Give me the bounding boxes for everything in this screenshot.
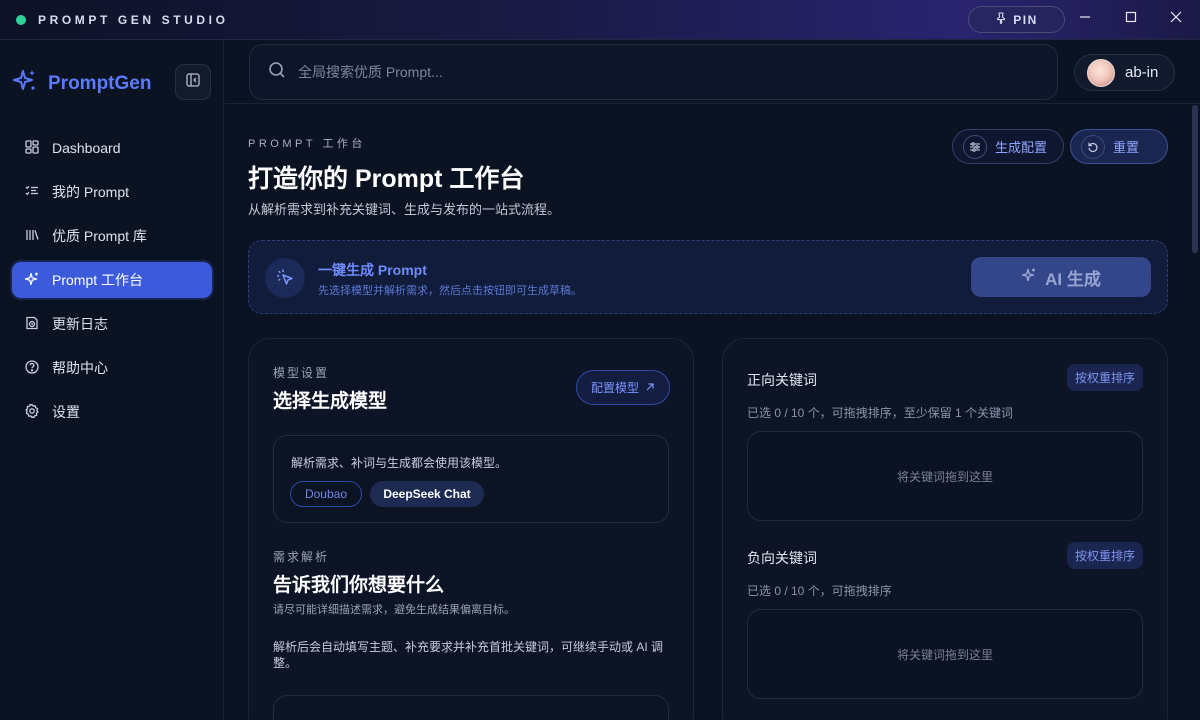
model-requirement-card: 模型设置 选择生成模型 配置模型 解析需求、补词与生成都会使用该模型。 Doub…: [248, 338, 694, 720]
app-title: PROMPT GEN STUDIO: [38, 13, 229, 27]
collapse-sidebar-button[interactable]: [175, 64, 211, 100]
generation-config-button[interactable]: 生成配置: [952, 129, 1064, 164]
sidebar-item-label: 我的 Prompt: [52, 184, 130, 200]
sidebar-item-dashboard[interactable]: Dashboard: [12, 130, 212, 166]
maximize-button[interactable]: [1108, 0, 1154, 38]
minimize-button[interactable]: [1062, 0, 1108, 38]
reset-button[interactable]: 重置: [1070, 129, 1168, 164]
status-dot: [16, 15, 26, 25]
main-content: PROMPT 工作台 打造你的 Prompt 工作台 从解析需求到补充关键词、生…: [225, 105, 1200, 720]
minimize-icon: [1079, 10, 1091, 28]
reset-label: 重置: [1113, 140, 1140, 155]
brand-name: PromptGen: [48, 72, 152, 94]
model-hint: 解析需求、补词与生成都会使用该模型。: [291, 456, 508, 470]
sidebar: PromptGen Dashboard 我的 Prompt 优质 Prompt …: [0, 40, 224, 720]
global-search[interactable]: [249, 44, 1058, 100]
positive-keywords-meta: 已选 0 / 10 个，可拖拽排序，至少保留 1 个关键词: [747, 406, 1014, 420]
pin-label: PIN: [1013, 12, 1038, 27]
sparkles-icon: [24, 271, 40, 290]
main-scrollbar[interactable]: [1192, 105, 1198, 253]
requirement-desc: 请尽可能详细描述需求，避免生成结果偏离目标。: [273, 604, 515, 616]
page-subtitle: 从解析需求到补充关键词、生成与发布的一站式流程。: [248, 202, 561, 217]
sidebar-item-label: Dashboard: [52, 140, 121, 156]
sidebar-item-library[interactable]: 优质 Prompt 库: [12, 218, 212, 254]
requirement-input-box[interactable]: [273, 695, 669, 720]
sidebar-item-label: 更新日志: [52, 316, 108, 332]
positive-sort-button[interactable]: 按权重排序: [1067, 364, 1143, 391]
ai-generate-label: AI 生成: [1045, 269, 1101, 289]
close-button[interactable]: [1153, 0, 1199, 38]
search-icon: [268, 61, 286, 84]
help-icon: [24, 359, 40, 378]
positive-keywords-dropzone[interactable]: 将关键词拖到这里: [747, 431, 1143, 521]
negative-keywords-meta: 已选 0 / 10 个，可拖拽排序: [747, 584, 892, 598]
list-check-icon: [24, 183, 40, 202]
configure-model-button[interactable]: 配置模型: [576, 370, 670, 405]
sidebar-item-changelog[interactable]: 更新日志: [12, 306, 212, 342]
keywords-card: 正向关键词 按权重排序 已选 0 / 10 个，可拖拽排序，至少保留 1 个关键…: [722, 338, 1168, 720]
sidebar-item-label: 优质 Prompt 库: [52, 228, 147, 244]
username: ab-in: [1125, 64, 1159, 81]
cursor-sparkle-icon: [265, 258, 305, 298]
model-section-eyebrow: 模型设置: [273, 366, 330, 380]
requirement-section-title: 告诉我们你想要什么: [273, 575, 445, 596]
history-icon: [24, 315, 40, 334]
sidebar-item-label: Prompt 工作台: [52, 272, 144, 288]
negative-keywords-title: 负向关键词: [747, 550, 817, 566]
requirement-note: 解析后会自动填写主题、补充要求并补充首批关键词，可继续手动或 AI 调整。: [273, 640, 664, 670]
page-title: 打造你的 Prompt 工作台: [248, 165, 525, 193]
pin-icon: [995, 12, 1007, 27]
library-icon: [24, 227, 40, 246]
banner-subtitle: 先选择模型并解析需求，然后点击按钮即可生成草稿。: [318, 285, 582, 297]
ai-generate-button[interactable]: AI 生成: [971, 257, 1151, 297]
positive-keywords-title: 正向关键词: [747, 372, 817, 388]
sidebar-collapse-icon: [186, 72, 200, 92]
user-menu[interactable]: ab-in: [1074, 54, 1175, 91]
sparkles-logo-icon: [12, 68, 38, 99]
model-selector: 解析需求、补词与生成都会使用该模型。 Doubao DeepSeek Chat: [273, 435, 669, 523]
generation-config-label: 生成配置: [995, 140, 1048, 155]
gear-icon: [24, 403, 40, 422]
banner-title: 一键生成 Prompt: [318, 262, 427, 278]
avatar[interactable]: [1087, 58, 1115, 87]
model-chip-deepseek-chat[interactable]: DeepSeek Chat: [370, 481, 484, 507]
reset-icon: [1081, 134, 1105, 159]
negative-sort-button[interactable]: 按权重排序: [1067, 542, 1143, 569]
sidebar-item-help[interactable]: 帮助中心: [12, 350, 212, 386]
sidebar-item-label: 帮助中心: [52, 360, 108, 376]
model-section-title: 选择生成模型: [273, 391, 388, 412]
top-bar: ab-in: [225, 40, 1200, 104]
page-eyebrow: PROMPT 工作台: [248, 138, 366, 150]
sliders-icon: [963, 134, 987, 159]
sidebar-item-settings[interactable]: 设置: [12, 394, 212, 430]
sparkles-icon: [1021, 267, 1037, 288]
title-bar: PROMPT GEN STUDIO PIN: [0, 0, 1200, 40]
requirement-section-eyebrow: 需求解析: [273, 550, 330, 564]
configure-model-label: 配置模型: [590, 381, 639, 395]
close-icon: [1170, 10, 1182, 28]
sidebar-item-workbench[interactable]: Prompt 工作台: [12, 262, 212, 298]
dashboard-icon: [24, 139, 40, 158]
maximize-icon: [1125, 10, 1137, 28]
arrow-up-right-icon: [645, 381, 655, 395]
pin-button[interactable]: PIN: [968, 6, 1065, 33]
brand[interactable]: PromptGen: [12, 68, 151, 99]
sidebar-item-my-prompt[interactable]: 我的 Prompt: [12, 174, 212, 210]
search-input[interactable]: [298, 64, 998, 80]
negative-keywords-dropzone[interactable]: 将关键词拖到这里: [747, 609, 1143, 699]
sidebar-nav: Dashboard 我的 Prompt 优质 Prompt 库 Prompt 工…: [12, 130, 212, 438]
quick-generate-banner: 一键生成 Prompt 先选择模型并解析需求，然后点击按钮即可生成草稿。 AI …: [248, 240, 1168, 314]
model-chip-doubao[interactable]: Doubao: [290, 481, 362, 507]
sidebar-item-label: 设置: [52, 404, 80, 420]
